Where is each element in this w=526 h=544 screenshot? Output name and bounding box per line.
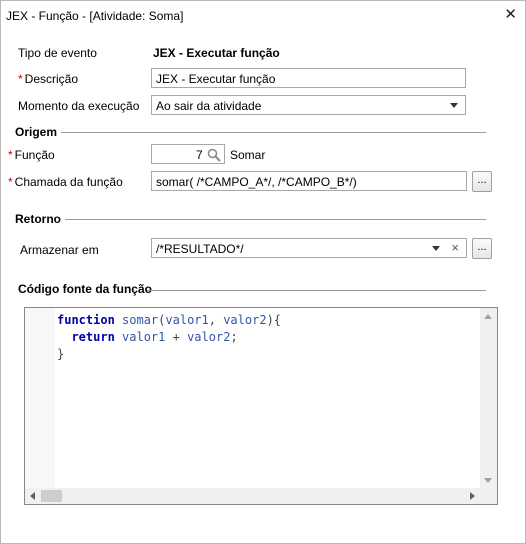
origem-divider — [61, 132, 486, 133]
title-bar: JEX - Função - [Atividade: Soma] ✕ — [1, 1, 525, 31]
armazenar-select[interactable]: /*RESULTADO*/ × — [151, 238, 467, 258]
scroll-corner — [480, 488, 497, 504]
momento-label: Momento da execução — [18, 99, 140, 113]
momento-value: Ao sair da atividade — [156, 99, 262, 113]
vertical-scrollbar[interactable] — [480, 308, 497, 489]
codigo-divider — [147, 290, 486, 291]
momento-select[interactable]: Ao sair da atividade — [151, 95, 466, 115]
funcao-id-input[interactable]: 7 — [151, 144, 225, 164]
magnifier-icon[interactable] — [207, 148, 221, 162]
required-marker: * — [18, 72, 23, 86]
code-line-1: function somar(valor1, valor2){ — [57, 312, 281, 329]
keyword-function: function — [57, 313, 115, 327]
origem-title: Origem — [15, 125, 58, 139]
dialog-window: JEX - Função - [Atividade: Soma] ✕ Tipo … — [0, 0, 526, 544]
required-marker: * — [8, 148, 13, 162]
keyword-return: return — [71, 330, 115, 344]
horizontal-scrollbar[interactable] — [25, 488, 480, 504]
scroll-up-icon[interactable] — [484, 314, 492, 319]
chevron-down-icon[interactable] — [432, 246, 440, 251]
paren-close: ){ — [266, 313, 282, 327]
statement-end: ; — [230, 330, 238, 344]
retorno-divider — [65, 219, 486, 220]
operand-b: valor2 — [187, 330, 231, 344]
chamada-label-text: Chamada da função — [14, 175, 123, 189]
descricao-label-text: Descrição — [24, 72, 79, 86]
tipo-evento-value: JEX - Executar função — [153, 46, 280, 60]
armazenar-value: /*RESULTADO*/ — [156, 242, 244, 256]
horizontal-scroll-thumb[interactable] — [41, 490, 62, 502]
funcao-label: * Função — [8, 148, 55, 162]
tipo-evento-label: Tipo de evento — [18, 46, 97, 60]
funcao-label-text: Função — [14, 148, 55, 162]
chevron-down-icon[interactable] — [450, 103, 458, 108]
armazenar-label: Armazenar em — [20, 243, 99, 257]
codigo-title: Código fonte da função — [18, 282, 152, 296]
chamada-value: somar( /*CAMPO_A*/, /*CAMPO_B*/) — [156, 175, 357, 189]
param-1: valor1 — [165, 313, 209, 327]
clear-icon[interactable]: × — [451, 240, 459, 255]
function-name: somar — [114, 313, 159, 327]
funcao-id-value: 7 — [196, 148, 203, 162]
scroll-left-icon[interactable] — [30, 492, 35, 500]
scroll-right-icon[interactable] — [470, 492, 475, 500]
operator: + — [165, 330, 188, 344]
chamada-browse-button[interactable]: ... — [472, 171, 492, 192]
descricao-input[interactable]: JEX - Executar função — [151, 68, 466, 88]
chamada-label: * Chamada da função — [8, 175, 123, 189]
code-line-3: } — [57, 347, 65, 361]
descricao-value: JEX - Executar função — [156, 72, 276, 86]
descricao-label: * Descrição — [18, 72, 78, 86]
window-title: JEX - Função - [Atividade: Soma] — [6, 9, 184, 23]
code-editor[interactable]: function somar(valor1, valor2){ return v… — [24, 307, 498, 505]
retorno-title: Retorno — [15, 212, 61, 226]
code-content[interactable]: function somar(valor1, valor2){ return v… — [57, 312, 281, 363]
armazenar-browse-button[interactable]: ... — [472, 238, 492, 259]
chamada-input[interactable]: somar( /*CAMPO_A*/, /*CAMPO_B*/) — [151, 171, 467, 191]
operand-a: valor1 — [114, 330, 166, 344]
required-marker: * — [8, 175, 13, 189]
close-icon[interactable]: ✕ — [504, 6, 517, 24]
scroll-down-icon[interactable] — [484, 478, 492, 483]
funcao-name: Somar — [230, 148, 266, 162]
code-gutter — [25, 308, 55, 489]
code-line-2: return valor1 + valor2; — [57, 329, 281, 346]
param-separator: , — [208, 313, 224, 327]
param-2: valor2 — [223, 313, 267, 327]
